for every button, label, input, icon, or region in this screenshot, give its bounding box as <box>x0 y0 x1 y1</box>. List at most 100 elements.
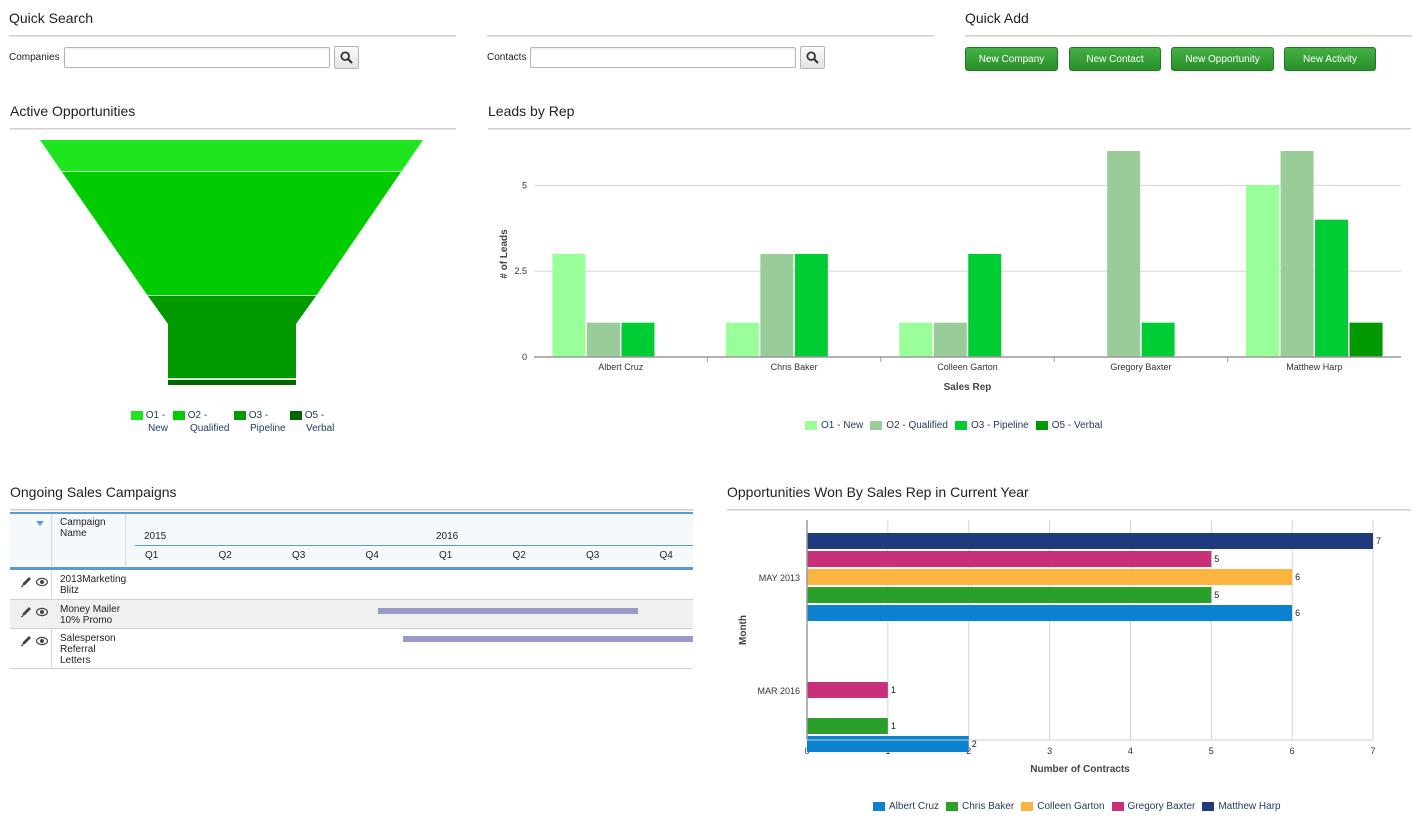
legend-item-o1-new[interactable]: O1 - New <box>805 420 863 431</box>
new-activity-button[interactable]: New Activity <box>1284 47 1376 71</box>
gantt-year-label: 2015 <box>144 531 167 542</box>
gantt-quarter-label: Q2 <box>512 550 526 561</box>
gantt-bar[interactable] <box>377 608 639 614</box>
funnel-stage-qualified[interactable] <box>62 172 401 296</box>
edit-pencil-icon[interactable] <box>20 606 32 618</box>
legend-item-chris-baker[interactable]: Chris Baker <box>946 801 1014 812</box>
legend-item-matthew-harp[interactable]: Matthew Harp <box>1202 801 1281 812</box>
bar-mar-2016-albert-cruz[interactable] <box>807 736 969 752</box>
bar-may-2013-chris-baker[interactable] <box>807 587 1212 603</box>
view-eye-icon[interactable] <box>36 577 48 587</box>
bar-matthew-harp-o3-pipeline[interactable] <box>1315 219 1349 357</box>
companies-label: Companies <box>9 52 60 63</box>
contacts-label: Contacts <box>487 52 527 63</box>
data-label: 7 <box>1376 536 1381 546</box>
bar-chris-baker-o3-pipeline[interactable] <box>794 254 828 357</box>
bar-matthew-harp-o2-qualified[interactable] <box>1280 151 1314 357</box>
leads-by-rep-divider <box>488 128 1411 130</box>
companies-search-input[interactable] <box>64 47 330 68</box>
campaign-name[interactable]: Money Mailer 10% Promo <box>60 604 128 626</box>
campaign-name[interactable]: Salesperson Referral Letters <box>60 633 128 666</box>
gantt-year-label: 2016 <box>436 531 459 542</box>
companies-search-button[interactable] <box>334 46 359 69</box>
legend-item-o2[interactable]: O2 - Qualified <box>173 409 233 435</box>
gantt-row[interactable]: Salesperson Referral Letters <box>10 629 693 669</box>
legend-item-gregory-baxter[interactable]: Gregory Baxter <box>1111 801 1195 812</box>
legend-item-o5-verbal[interactable]: O5 - Verbal <box>1035 420 1102 431</box>
x-tick-label: 7 <box>1370 746 1375 756</box>
data-label: 1 <box>891 721 896 731</box>
gantt-row[interactable]: Money Mailer 10% Promo <box>10 600 693 629</box>
campaign-name[interactable]: 2013Marketing Blitz <box>60 574 128 596</box>
bar-may-2013-matthew-harp[interactable] <box>807 533 1373 549</box>
y-tick-label: 5 <box>522 180 527 190</box>
contacts-search-button[interactable] <box>800 46 825 69</box>
campaigns-gantt: Campaign Name 2015 2016 Q1 Q2 Q3 Q4 Q1 Q2 Q3 Q4 2… <box>10 512 693 669</box>
gantt-quarter-label: Q2 <box>218 550 232 561</box>
legend-item-albert-cruz[interactable]: Albert Cruz <box>873 801 939 812</box>
contacts-search-input[interactable] <box>530 47 796 68</box>
legend-swatch <box>1035 421 1048 430</box>
bar-colleen-garton-o2-qualified[interactable] <box>933 322 967 357</box>
funnel-stage-pipeline[interactable] <box>148 296 316 379</box>
bar-may-2013-gregory-baxter[interactable] <box>807 551 1212 567</box>
campaign-name-header[interactable]: Campaign Name <box>60 517 120 539</box>
legend-label: Matthew Harp <box>1218 801 1281 812</box>
legend-label: O3 - Pipeline <box>970 420 1029 431</box>
x-tick-label: Chris Baker <box>771 362 818 372</box>
legend-swatch <box>954 421 967 430</box>
new-opportunity-button[interactable]: New Opportunity <box>1171 47 1274 71</box>
data-label: 6 <box>1295 572 1300 582</box>
legend-item-o2-qualified[interactable]: O2 - Qualified <box>870 420 948 431</box>
bar-colleen-garton-o1-new[interactable] <box>899 322 933 357</box>
y-tick-label: 0 <box>522 352 527 362</box>
bar-mar-2016-gregory-baxter[interactable] <box>807 682 888 698</box>
bar-chris-baker-o1-new[interactable] <box>725 322 759 357</box>
bar-albert-cruz-o2-qualified[interactable] <box>586 322 620 357</box>
bar-matthew-harp-o1-new[interactable] <box>1246 185 1280 357</box>
gantt-row[interactable]: 2013Marketing Blitz <box>10 570 693 600</box>
funnel-stage-verbal[interactable] <box>168 380 296 385</box>
view-eye-icon[interactable] <box>36 607 48 617</box>
legend-item-o3[interactable]: O3 - Pipeline <box>234 409 294 435</box>
legend-swatch <box>946 802 959 811</box>
y-tick-label: 2.5 <box>514 266 527 276</box>
bar-may-2013-colleen-garton[interactable] <box>807 569 1293 585</box>
legend-swatch <box>290 410 302 420</box>
quick-search-divider <box>9 35 456 37</box>
new-contact-button[interactable]: New Contact <box>1069 47 1161 71</box>
legend-label: O2 - <box>187 410 208 421</box>
funnel-stage-new[interactable] <box>40 140 423 172</box>
sort-caret-icon[interactable] <box>36 521 44 526</box>
gantt-quarter-label: Q3 <box>292 550 306 561</box>
bar-albert-cruz-o3-pipeline[interactable] <box>621 322 655 357</box>
bar-may-2013-albert-cruz[interactable] <box>807 605 1293 621</box>
legend-swatch <box>805 421 817 430</box>
view-eye-icon[interactable] <box>36 636 48 646</box>
legend-item-o3-pipeline[interactable]: O3 - Pipeline <box>954 420 1029 431</box>
data-label: 5 <box>1214 554 1219 564</box>
bar-matthew-harp-o5-verbal[interactable] <box>1349 322 1383 357</box>
legend-label: Albert Cruz <box>889 801 940 812</box>
edit-pencil-icon[interactable] <box>20 576 32 588</box>
campaigns-title: Ongoing Sales Campaigns <box>10 484 177 500</box>
bar-gregory-baxter-o3-pipeline[interactable] <box>1141 322 1175 357</box>
bar-gregory-baxter-o2-qualified[interactable] <box>1107 151 1141 357</box>
gantt-bar[interactable] <box>403 636 693 642</box>
legend-item-colleen-garton[interactable]: Colleen Garton <box>1021 801 1105 812</box>
bar-chris-baker-o2-qualified[interactable] <box>760 254 794 357</box>
legend-swatch <box>173 410 185 420</box>
gantt-quarter-label: Q1 <box>145 550 159 561</box>
bar-mar-2016-chris-baker[interactable] <box>807 718 888 734</box>
bar-colleen-garton-o3-pipeline[interactable] <box>968 254 1002 357</box>
legend-label: O1 - New <box>821 420 864 431</box>
quick-add-title: Quick Add <box>965 10 1029 26</box>
y-tick-label: MAY 2013 <box>759 573 800 583</box>
new-company-button[interactable]: New Company <box>965 47 1058 71</box>
funnel-legend: O1 - New O2 - Qualified O3 - Pipeline O5… <box>131 409 351 439</box>
legend-item-o5[interactable]: O5 - Verbal <box>290 409 350 435</box>
x-tick-label: 6 <box>1290 746 1295 756</box>
bar-albert-cruz-o1-new[interactable] <box>552 254 586 357</box>
leads-by-rep-title: Leads by Rep <box>488 103 575 119</box>
edit-pencil-icon[interactable] <box>20 635 32 647</box>
